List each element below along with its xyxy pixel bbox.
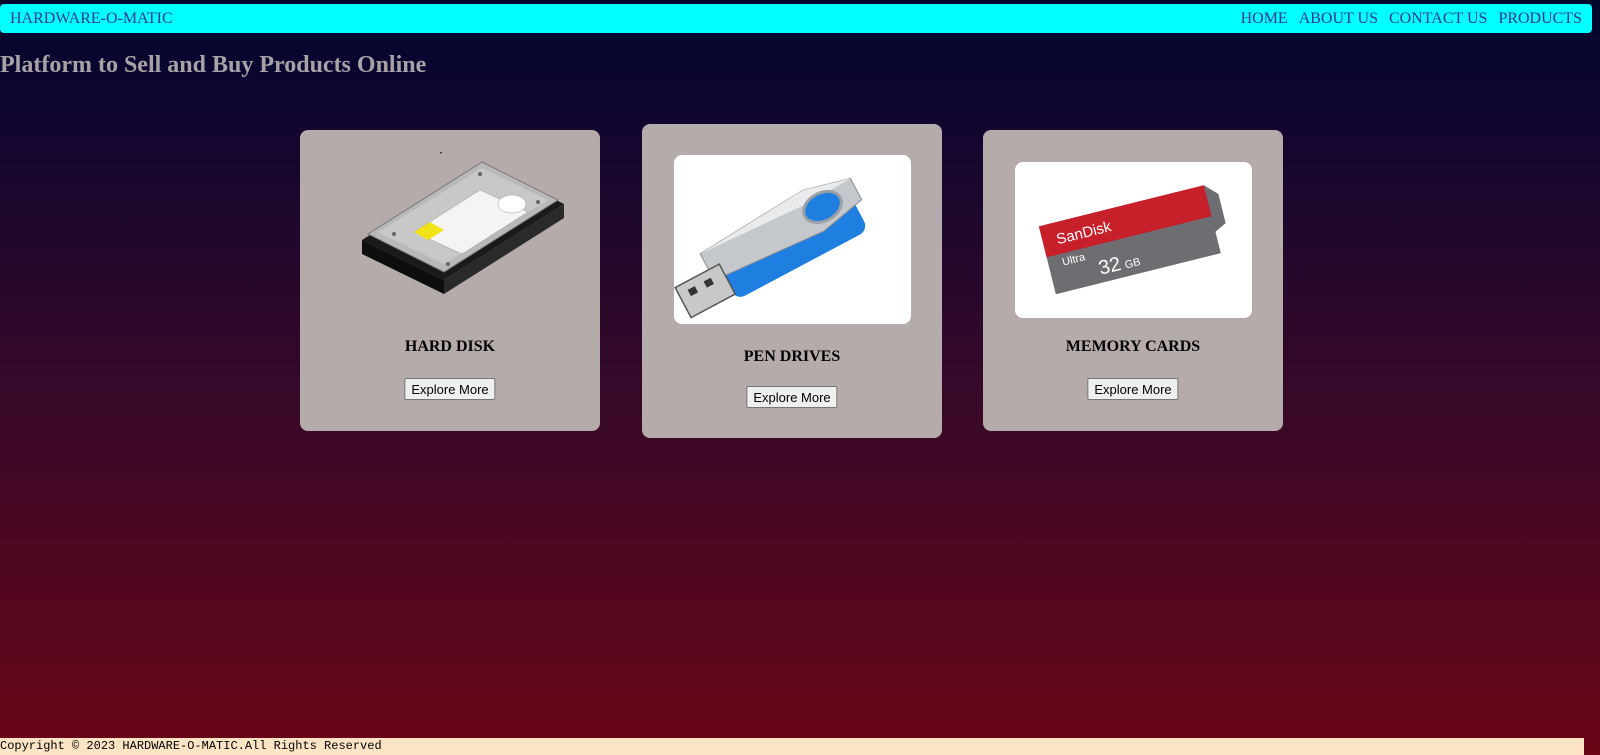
explore-more-button[interactable]: Explore More bbox=[746, 386, 838, 408]
page-headline: Platform to Sell and Buy Products Online bbox=[0, 52, 427, 78]
product-card-pen-drives: PEN DRIVES Explore More bbox=[642, 124, 942, 438]
nav-about-link[interactable]: ABOUT US bbox=[1299, 10, 1378, 28]
product-title: PEN DRIVES bbox=[743, 348, 841, 365]
nav-home-link[interactable]: HOME bbox=[1241, 10, 1288, 28]
product-card-hard-disk: HARD DISK Explore More bbox=[300, 130, 600, 431]
product-card-memory-cards: SanDisk Ultra 32 GB MEMORY CARDS Explore… bbox=[983, 130, 1283, 431]
nav-products-link[interactable]: PRODUCTS bbox=[1498, 10, 1582, 28]
hard-disk-image bbox=[332, 152, 569, 321]
nav-contact-link[interactable]: CONTACT US bbox=[1389, 10, 1487, 28]
nav-links: HOME ABOUT US CONTACT US PRODUCTS bbox=[1241, 10, 1582, 28]
footer-copyright: Copyright © 2023 HARDWARE-O-MATIC.All Ri… bbox=[0, 738, 1584, 755]
pen-drive-image bbox=[674, 155, 911, 324]
product-title: HARD DISK bbox=[404, 338, 496, 355]
explore-more-button[interactable]: Explore More bbox=[1087, 378, 1179, 400]
memory-card-image: SanDisk Ultra 32 GB bbox=[1015, 162, 1252, 318]
explore-more-button[interactable]: Explore More bbox=[404, 378, 496, 400]
product-title: MEMORY CARDS bbox=[1065, 338, 1201, 355]
brand-logo[interactable]: HARDWARE-O-MATIC bbox=[10, 10, 173, 28]
navbar: HARDWARE-O-MATIC HOME ABOUT US CONTACT U… bbox=[0, 4, 1592, 33]
